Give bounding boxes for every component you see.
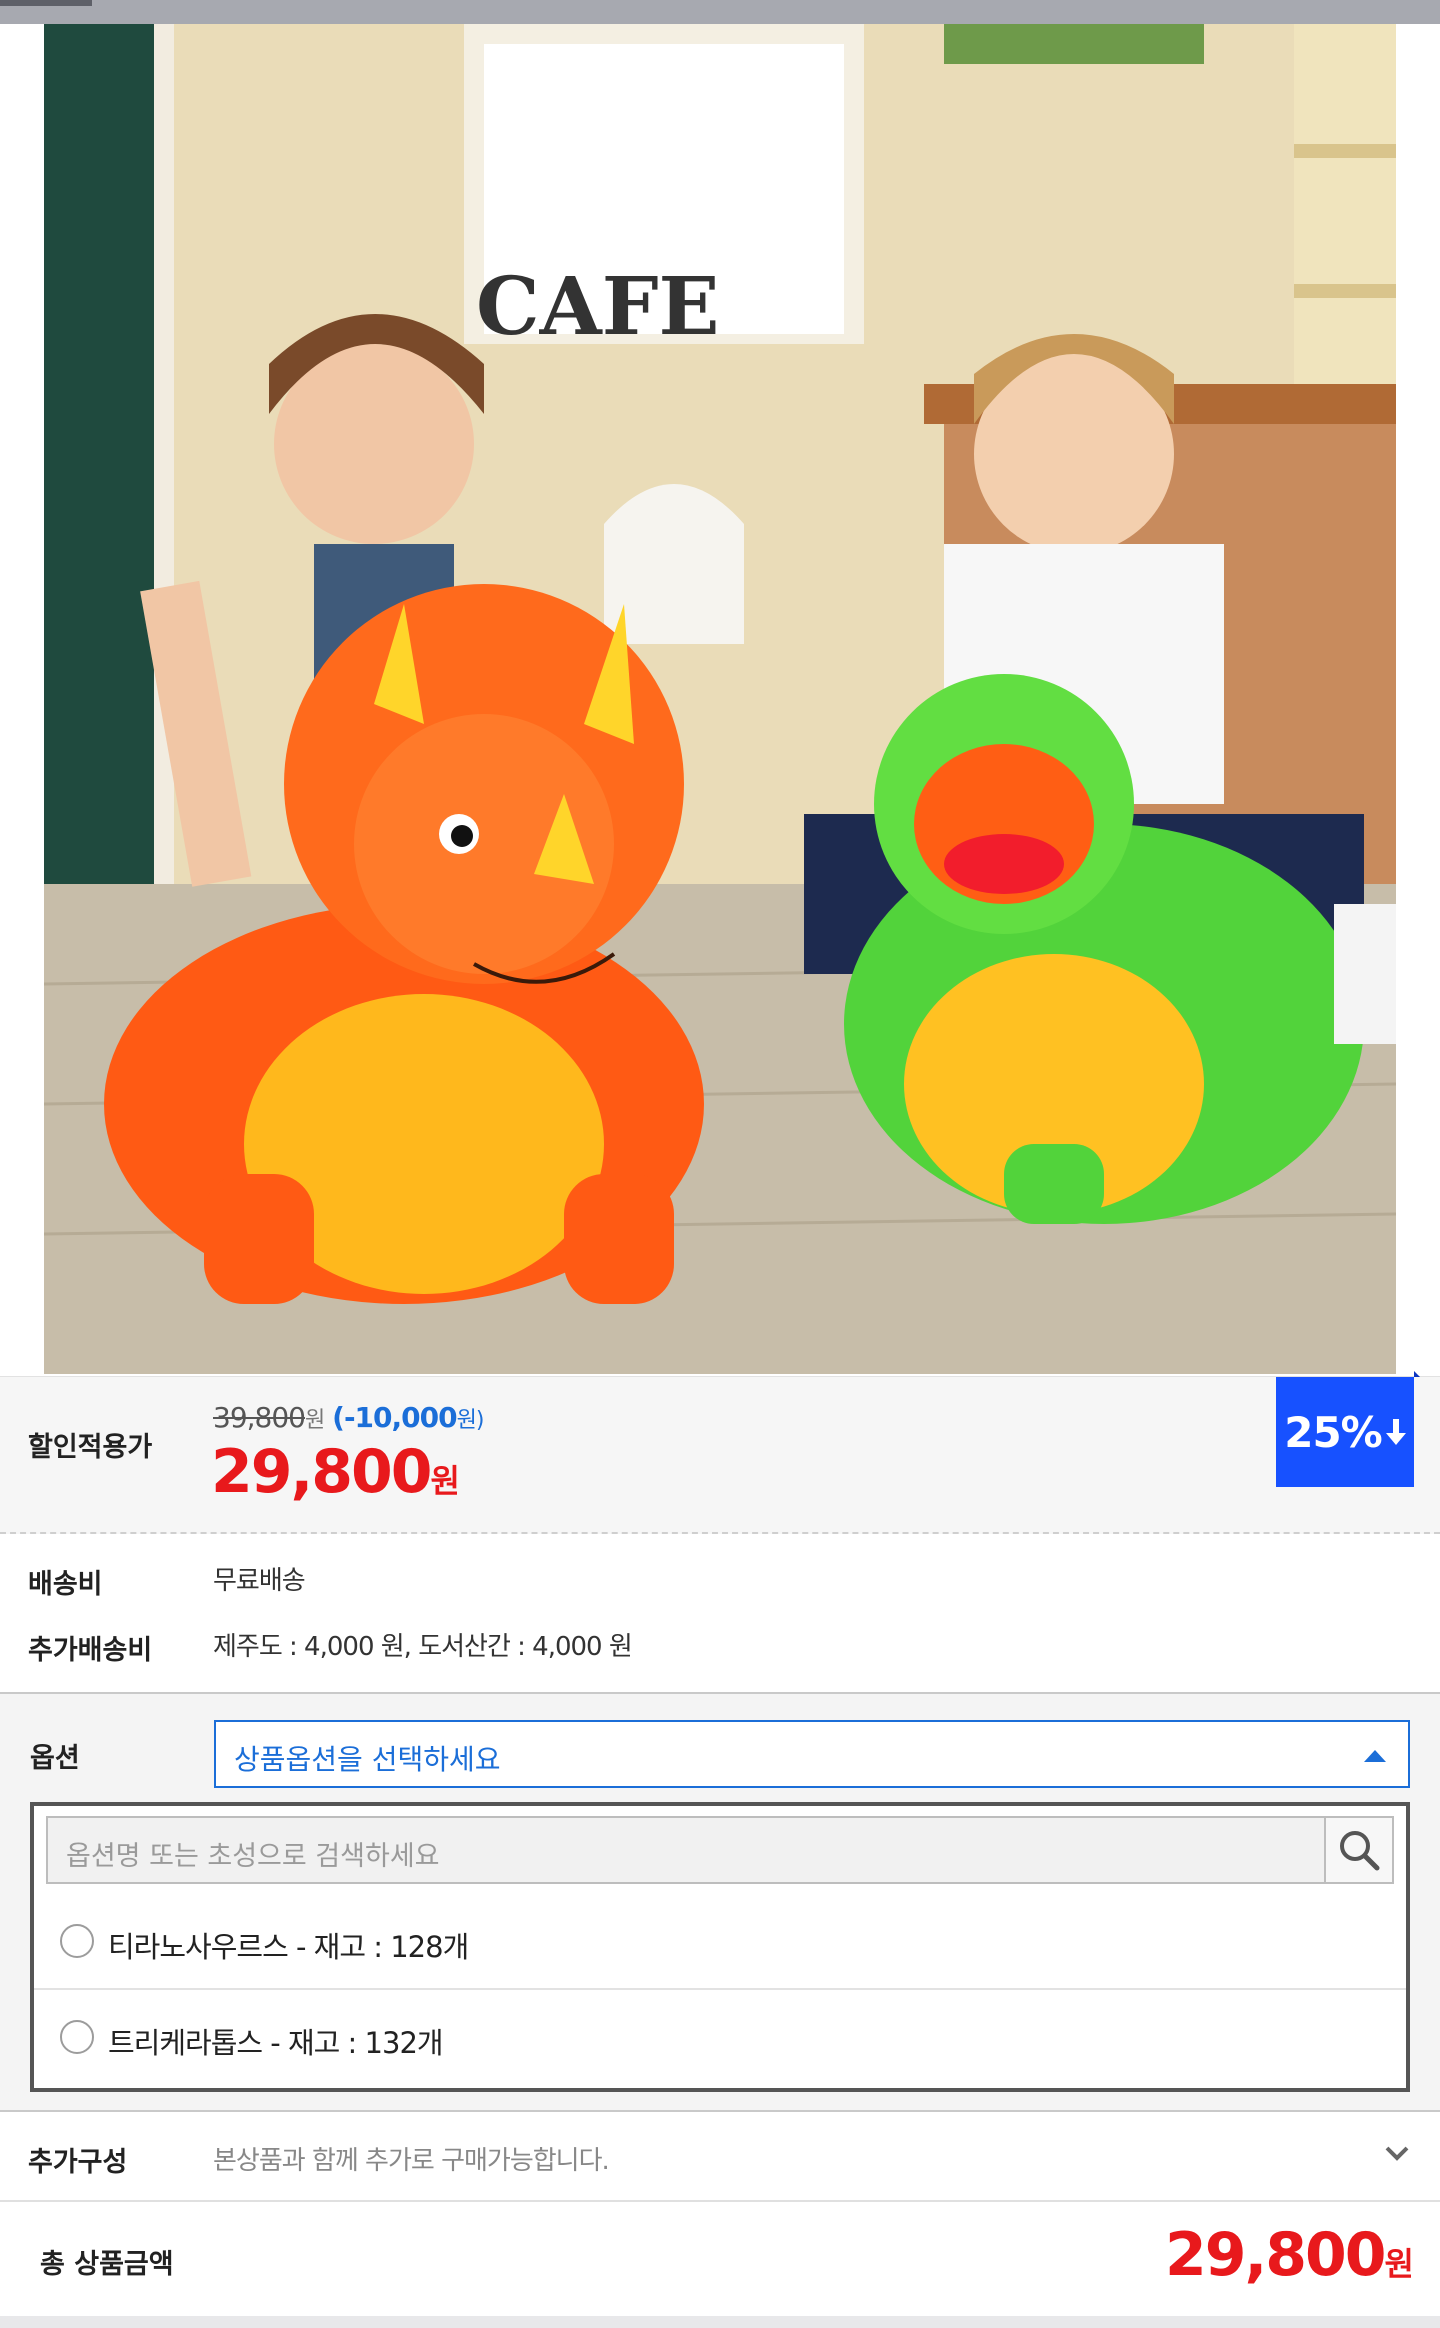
- extra-shipping-label: 추가배송비: [28, 1635, 153, 1666]
- discount-amount: (-10,000원): [332, 1401, 485, 1434]
- search-icon: [1340, 1831, 1380, 1871]
- sale-price: 29,800원: [211, 1437, 460, 1507]
- top-bar-tab: [0, 0, 92, 6]
- option-radio[interactable]: [60, 2020, 94, 2054]
- arrow-down-icon: [1385, 1419, 1406, 1445]
- option-search-placeholder: 옵션명 또는 초성으로 검색하세요: [66, 1841, 440, 1872]
- product-image: CAFE: [44, 24, 1396, 1374]
- caret-up-icon: [1364, 1750, 1386, 1762]
- option-dropdown: 옵션명 또는 초성으로 검색하세요 티라노사우르스 - 재고 : 128개 트리…: [30, 1802, 1410, 2092]
- extra-shipping-value: 제주도 : 4,000 원, 도서산간 : 4,000 원: [213, 1632, 633, 1662]
- original-price-unit: 원: [304, 1408, 325, 1433]
- original-price: 39,800: [213, 1401, 306, 1434]
- shipping-fee-label: 배송비: [28, 1569, 103, 1600]
- total-price-value: 29,800: [1165, 2220, 1387, 2290]
- options-label: 옵션: [30, 1743, 80, 1774]
- sale-price-value: 29,800: [211, 1437, 433, 1507]
- discount-badge: 25%: [1276, 1371, 1420, 1487]
- options-section: 옵션 상품옵션을 선택하세요 옵션명 또는 초성으로 검색하세요 티라노사우르스…: [0, 1692, 1440, 2112]
- sale-price-unit: 원: [430, 1462, 460, 1500]
- addon-section[interactable]: 추가구성 본상품과 함께 추가로 구매가능합니다.: [0, 2112, 1440, 2202]
- shipping-fee-value: 무료배송: [213, 1566, 306, 1596]
- addon-description: 본상품과 함께 추가로 구매가능합니다.: [213, 2146, 610, 2176]
- search-button[interactable]: [1324, 1818, 1392, 1882]
- option-select[interactable]: 상품옵션을 선택하세요: [214, 1720, 1410, 1788]
- chevron-down-icon[interactable]: [1384, 2140, 1410, 2166]
- discount-badge-text: 25%: [1284, 1407, 1383, 1457]
- option-search-input[interactable]: 옵션명 또는 초성으로 검색하세요: [46, 1816, 1394, 1884]
- discount-unit: 원): [456, 1408, 485, 1433]
- option-radio[interactable]: [60, 1924, 94, 1958]
- addon-label: 추가구성: [28, 2147, 128, 2178]
- option-select-placeholder: 상품옵션을 선택하세요: [234, 1743, 501, 1776]
- original-price-line: 39,800원 (-10,000원): [213, 1401, 485, 1434]
- price-label: 할인적용가: [28, 1432, 153, 1463]
- discount-value: (-10,000: [332, 1401, 457, 1434]
- photo-sign-text: CAFE: [476, 259, 720, 353]
- shipping-section: 배송비 무료배송 추가배송비 제주도 : 4,000 원, 도서산간 : 4,0…: [0, 1534, 1440, 1692]
- bottom-strip: [0, 2316, 1440, 2328]
- top-bar: [0, 0, 1440, 24]
- total-section: 총 상품금액 29,800원: [0, 2202, 1440, 2316]
- option-item[interactable]: 트리케라톱스 - 재고 : 132개: [34, 1990, 1406, 2086]
- total-price-unit: 원: [1384, 2245, 1414, 2283]
- price-section: 할인적용가 39,800원 (-10,000원) 29,800원 25%: [0, 1371, 1440, 1534]
- option-item-label: 티라노사우르스 - 재고 : 128개: [108, 1930, 469, 1964]
- option-item-label: 트리케라톱스 - 재고 : 132개: [108, 2026, 444, 2060]
- total-price: 29,800원: [1165, 2220, 1414, 2290]
- total-label: 총 상품금액: [40, 2249, 174, 2280]
- option-item[interactable]: 티라노사우르스 - 재고 : 128개: [34, 1894, 1406, 1990]
